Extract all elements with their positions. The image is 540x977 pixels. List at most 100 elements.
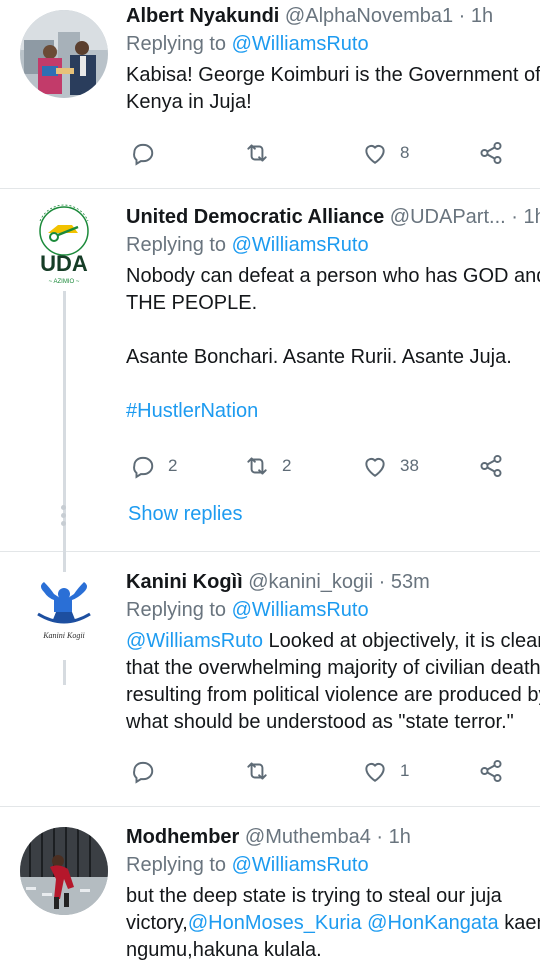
tweet-text-line: @WilliamsRuto Looked at objectively, it … (126, 628, 540, 655)
tweet-text-line: Kabisa! George Koimburi is the Governmen… (126, 64, 540, 86)
tweet-text-line (126, 371, 540, 398)
reply-button[interactable] (130, 756, 156, 786)
display-name[interactable]: United Democratic Alliance (126, 206, 384, 228)
user-handle[interactable]: @Muthemba4 (245, 826, 371, 848)
separator: · (376, 826, 384, 848)
like-button[interactable]: 8 (362, 138, 409, 168)
heart-icon (365, 763, 385, 782)
tweet-header: Modhember @Muthemba4 · 1h (126, 825, 540, 849)
tweet-text-line: ngumu,hakuna kulala. (126, 939, 322, 961)
share-button[interactable] (478, 138, 504, 168)
heart-icon (365, 458, 385, 477)
avatar[interactable]: UDA ~ AZIMIO ~ (20, 199, 108, 287)
separator: · (458, 5, 466, 27)
like-count: 38 (400, 456, 419, 475)
tweet-text-line: but the deep state is trying to steal ou… (126, 885, 502, 907)
replying-to: Replying to @WilliamsRuto (126, 853, 540, 877)
mention-link[interactable]: @HonKangata (367, 912, 499, 934)
share-icon (480, 141, 502, 165)
timestamp[interactable]: 1h (523, 206, 540, 228)
reply-icon (133, 761, 154, 784)
tweet-text-line: THE PEOPLE. (126, 292, 258, 314)
like-button[interactable]: 38 (362, 451, 419, 481)
tweet-text-line: Kenya in Juja! (126, 91, 252, 113)
avatar-photo (20, 827, 108, 915)
reply-button[interactable]: 2 (130, 451, 177, 481)
tweet-header: Kanini Kogìì @kanini_kogii · 53m (126, 570, 540, 594)
tweet-text-line (126, 317, 540, 344)
uda-logo-text: UDA (40, 251, 88, 276)
like-button[interactable]: 1 (362, 756, 409, 786)
tweet-actions: 2 2 38 (126, 451, 540, 481)
thread-continuation-dots (61, 505, 67, 529)
separator: · (511, 206, 518, 228)
tweet-4[interactable]: Modhember @Muthemba4 · 1h Replying to @W… (0, 807, 540, 977)
mention-link[interactable]: @HonMoses_Kuria (188, 912, 362, 934)
tweet-text-line: that the overwhelming majority of civili… (126, 657, 540, 679)
tweet-header: Albert Nyakundi @AlphaNovemba1 · 1h (126, 4, 540, 28)
tweet-text-fragment: kaeni (504, 912, 540, 934)
mention-link[interactable]: @WilliamsRuto (126, 630, 263, 652)
like-count: 8 (400, 143, 410, 162)
show-replies-link[interactable]: Show replies (128, 503, 243, 526)
timestamp[interactable]: 1h (471, 5, 493, 27)
tweet-text: @WilliamsRuto Looked at objectively, it … (126, 628, 540, 736)
kanini-logo-caption: Kanini Kogii (42, 631, 85, 640)
uda-logo: UDA ~ AZIMIO ~ (39, 204, 89, 285)
share-button[interactable] (478, 451, 504, 481)
kanini-logo: Kanini Kogii (20, 572, 108, 660)
like-count: 1 (400, 761, 410, 780)
replying-to-label: Replying to (126, 854, 227, 876)
display-name[interactable]: Kanini Kogìì (126, 571, 243, 593)
replying-to-link[interactable]: @WilliamsRuto (232, 234, 369, 256)
avatar-photo (20, 10, 108, 98)
user-handle[interactable]: @UDAPart... (390, 206, 506, 228)
separator: · (378, 571, 386, 593)
retweet-count: 2 (282, 456, 292, 475)
reply-icon (133, 456, 154, 479)
timestamp[interactable]: 1h (389, 826, 411, 848)
display-name[interactable]: Albert Nyakundi (126, 5, 279, 27)
replying-to: Replying to @WilliamsRuto (126, 598, 540, 622)
timestamp[interactable]: 53m (391, 571, 430, 593)
avatar[interactable] (20, 827, 108, 915)
reply-count: 2 (168, 456, 178, 475)
user-handle[interactable]: @AlphaNovemba1 (285, 5, 453, 27)
tweet-text-fragment: Looked at objectively, it is clear (262, 630, 540, 652)
share-icon (480, 759, 502, 783)
retweet-button[interactable]: 2 (244, 451, 291, 481)
replying-to-link[interactable]: @WilliamsRuto (232, 599, 369, 621)
replying-to-link[interactable]: @WilliamsRuto (232, 854, 369, 876)
tweet-actions: 1 (126, 756, 540, 786)
reply-button[interactable] (130, 138, 156, 168)
share-icon (480, 454, 502, 478)
tweet-text-line: resulting from political violence are pr… (126, 684, 540, 706)
tweet-text-line: Asante Bonchari. Asante Rurii. Asante Ju… (126, 346, 512, 368)
tweet-1[interactable]: Albert Nyakundi @AlphaNovemba1 · 1h Repl… (0, 0, 540, 189)
retweet-button[interactable] (244, 138, 270, 168)
uda-logo-motto: ~ AZIMIO ~ (49, 279, 80, 285)
reply-icon (133, 143, 154, 166)
user-handle[interactable]: @kanini_kogii (248, 571, 373, 593)
tweet-text-line: victory,@HonMoses_Kuria @HonKangata kaen… (126, 910, 540, 937)
tweet-header: United Democratic Alliance @UDAPart... ·… (126, 205, 540, 229)
display-name[interactable]: Modhember (126, 826, 239, 848)
tweet-text: but the deep state is trying to steal ou… (126, 883, 540, 964)
tweet-3[interactable]: Kanini Kogii Kanini Kogìì @kanini_kogii … (0, 552, 540, 807)
avatar[interactable] (20, 10, 108, 98)
replying-to-link[interactable]: @WilliamsRuto (232, 33, 369, 55)
retweet-icon (247, 762, 267, 780)
replying-to: Replying to @WilliamsRuto (126, 32, 540, 56)
retweet-icon (247, 457, 267, 475)
tweet-text-line: what should be understood as "state terr… (126, 711, 514, 733)
tweet-2[interactable]: UDA ~ AZIMIO ~ United Democratic Allianc… (0, 189, 540, 685)
hashtag-link[interactable]: #HustlerNation (126, 398, 540, 425)
tweet-text: Kabisa! George Koimburi is the Governmen… (126, 62, 540, 116)
replying-to-label: Replying to (126, 234, 227, 256)
avatar[interactable]: Kanini Kogii (20, 572, 108, 660)
retweet-button[interactable] (244, 756, 270, 786)
replying-to-label: Replying to (126, 33, 227, 55)
tweet-text-fragment: victory, (126, 912, 188, 934)
share-button[interactable] (478, 756, 504, 786)
heart-icon (365, 145, 385, 164)
